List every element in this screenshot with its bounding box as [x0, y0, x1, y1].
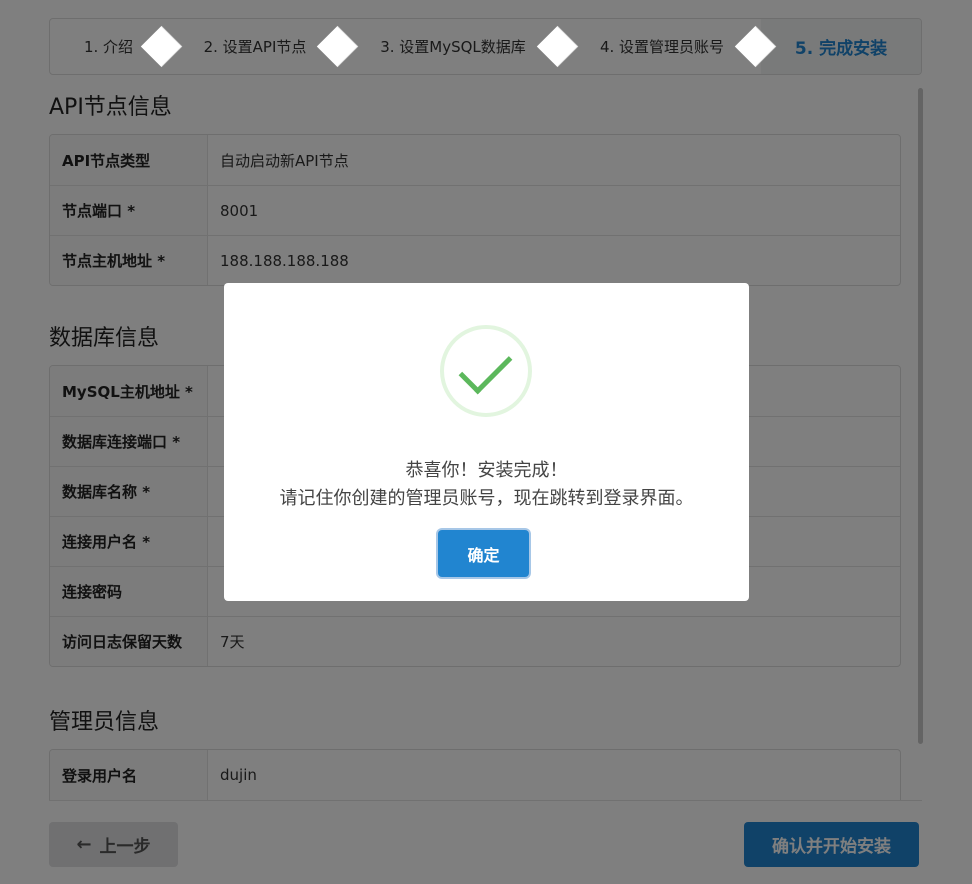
modal-message-line1: 恭喜你！安装完成！	[405, 460, 568, 481]
ok-button[interactable]: 确定	[438, 530, 529, 577]
checkmark-icon	[440, 325, 532, 417]
success-modal: 恭喜你！安装完成！ 请记住你创建的管理员账号，现在跳转到登录界面。 确定	[224, 283, 749, 601]
modal-message-line2: 请记住你创建的管理员账号，现在跳转到登录界面。	[279, 488, 694, 509]
